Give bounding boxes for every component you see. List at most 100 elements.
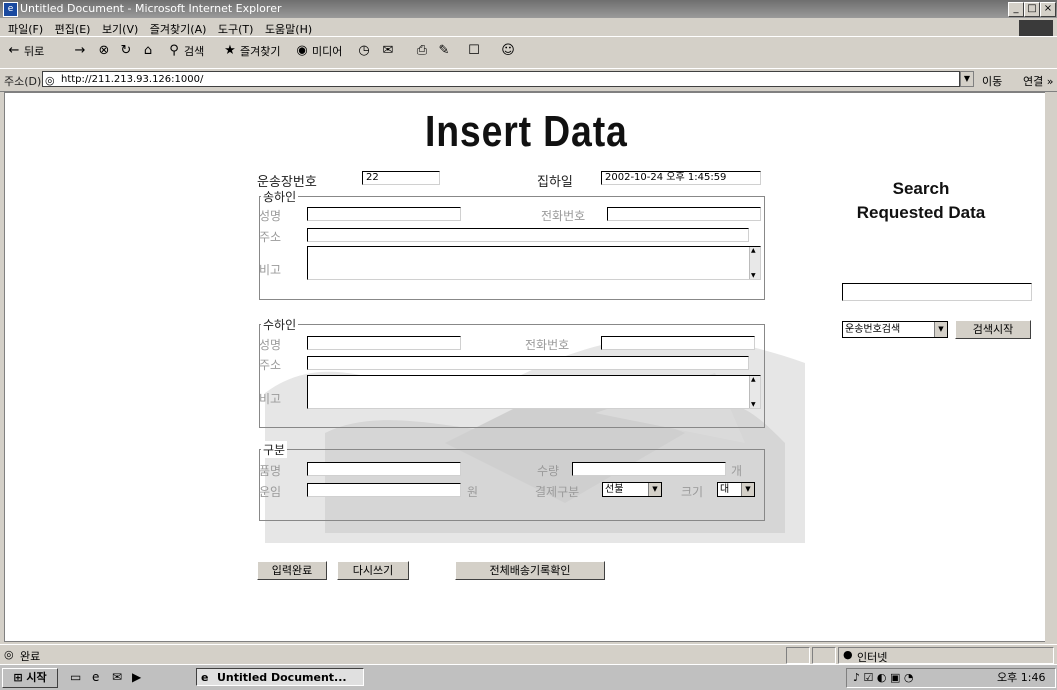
fare-input[interactable] xyxy=(307,483,461,497)
search-start-button[interactable]: 검색시작 xyxy=(955,320,1031,339)
stop-icon: ⊗ xyxy=(98,43,110,58)
home-button[interactable]: ⌂ xyxy=(140,43,156,59)
receiver-name-label: 성명 xyxy=(259,338,282,352)
title-bar: e Untitled Document - Microsoft Internet… xyxy=(0,0,1057,18)
taskbar-task-ie[interactable]: e Untitled Document... xyxy=(196,668,364,686)
media-player-icon[interactable]: ▶ xyxy=(132,670,141,684)
sender-address-label: 주소 xyxy=(259,230,282,244)
outlook-icon[interactable]: ✉ xyxy=(112,670,122,684)
status-text: 완료 xyxy=(20,650,41,663)
search-button[interactable]: ⚲ 검색 xyxy=(166,43,204,59)
messenger-button[interactable]: ☺ xyxy=(500,43,516,59)
sender-address-input[interactable] xyxy=(307,228,749,242)
receiver-phone-input[interactable] xyxy=(601,336,755,350)
restore-button[interactable]: □ xyxy=(1024,2,1040,17)
payment-select-value: 선불 xyxy=(605,484,624,495)
reset-button[interactable]: 다시쓰기 xyxy=(337,561,409,580)
windows-start-icon: ⊞ xyxy=(13,671,23,684)
ie-quicklaunch-icon[interactable]: e xyxy=(92,670,99,684)
menu-edit[interactable]: 편집(E) xyxy=(55,21,91,37)
payment-select[interactable]: 선불 ▼ xyxy=(602,482,662,497)
page-status-icon: ◎ xyxy=(4,648,14,661)
zone-text: 인터넷 xyxy=(857,651,888,664)
mail-button[interactable]: ✉ xyxy=(380,43,396,59)
menu-view[interactable]: 보기(V) xyxy=(102,21,138,37)
edit-button[interactable]: ✎ xyxy=(436,43,452,59)
windows-logo-icon xyxy=(1019,20,1053,36)
go-button[interactable]: 이동 xyxy=(982,73,1002,89)
back-label: 뒤로 xyxy=(24,45,45,58)
search-input[interactable] xyxy=(842,283,1032,301)
sender-note-label: 비고 xyxy=(259,263,282,277)
receiver-note-label: 비고 xyxy=(259,392,282,406)
fare-label: 운임 xyxy=(259,485,282,499)
refresh-button[interactable]: ↻ xyxy=(118,43,134,59)
payment-label: 결제구분 xyxy=(535,485,580,499)
clock: 오후 1:46 xyxy=(997,671,1046,684)
address-bar: 주소(D) ◎ http://211.213.93.126:1000/ ▼ 이동… xyxy=(0,68,1057,92)
item-name-input[interactable] xyxy=(307,462,461,476)
all-records-button[interactable]: 전체배송기록확인 xyxy=(455,561,605,580)
size-label: 크기 xyxy=(681,485,704,499)
receiver-name-input[interactable] xyxy=(307,336,461,350)
messenger-icon: ☺ xyxy=(501,43,515,58)
sender-name-input[interactable] xyxy=(307,207,461,221)
discuss-button[interactable]: ☐ xyxy=(466,43,482,59)
system-tray: ♪ ☑ ◐ ▣ ◔ 오후 1:46 xyxy=(846,668,1056,688)
print-button[interactable]: ⎙ xyxy=(414,43,430,59)
size-select-value: 대 xyxy=(720,484,730,495)
address-input[interactable]: ◎ http://211.213.93.126:1000/ xyxy=(42,71,960,87)
sender-note-scrollbar[interactable] xyxy=(749,247,760,279)
tray-icons: ♪ ☑ ◐ ▣ ◔ xyxy=(853,671,914,684)
address-label: 주소(D) xyxy=(4,75,42,88)
quantity-input[interactable] xyxy=(572,462,726,476)
search-title-line1: Search xyxy=(892,179,950,198)
browser-window: e Untitled Document - Microsoft Internet… xyxy=(0,0,1057,690)
menu-file[interactable]: 파일(F) xyxy=(8,21,43,37)
forward-button[interactable]: → xyxy=(72,43,88,59)
history-button[interactable]: ◷ xyxy=(356,43,372,59)
chevron-down-icon: ▼ xyxy=(741,483,754,496)
back-arrow-icon: ← xyxy=(8,43,20,58)
receiver-phone-label: 전화번호 xyxy=(525,338,570,352)
submit-button[interactable]: 입력완료 xyxy=(257,561,327,580)
ie-icon: e xyxy=(3,2,18,17)
menu-favorites[interactable]: 즐겨찾기(A) xyxy=(150,21,207,37)
home-icon: ⌂ xyxy=(143,43,153,58)
start-button[interactable]: ⊞ 시작 xyxy=(2,668,58,688)
back-button[interactable]: ← 뒤로 xyxy=(6,43,45,59)
receiver-address-input[interactable] xyxy=(307,356,749,370)
desktop-icon[interactable]: ▭ xyxy=(70,670,81,684)
search-type-select[interactable]: 운송번호검색 ▼ xyxy=(842,321,948,338)
page-scrollbar[interactable] xyxy=(1045,92,1055,642)
sender-phone-input[interactable] xyxy=(607,207,761,221)
sender-phone-label: 전화번호 xyxy=(541,209,586,223)
media-label: 미디어 xyxy=(312,45,343,58)
receiver-legend: 수하인 xyxy=(261,316,299,333)
toolbar: ← 뒤로 → ⊗ ↻ ⌂ ⚲ 검색 ★ 즐겨찾기 ◉ 미디어 ◷ ✉ ⎙ ✎ ☐… xyxy=(0,36,1057,69)
menu-help[interactable]: 도움말(H) xyxy=(265,21,312,37)
zone-segment: ● 인터넷 xyxy=(838,647,1054,664)
receiver-address-label: 주소 xyxy=(259,358,282,372)
page-title: Insert Data xyxy=(425,107,628,156)
address-dropdown[interactable]: ▼ xyxy=(960,71,974,87)
task-label: Untitled Document... xyxy=(217,671,347,684)
media-button[interactable]: ◉ 미디어 xyxy=(294,43,342,59)
sender-note-textarea[interactable] xyxy=(307,246,761,280)
favorites-label: 즐겨찾기 xyxy=(240,45,281,58)
waybill-input[interactable]: 22 xyxy=(362,171,440,185)
minimize-button[interactable]: _ xyxy=(1008,2,1024,17)
menu-tools[interactable]: 도구(T) xyxy=(218,21,254,37)
window-title: Untitled Document - Microsoft Internet E… xyxy=(20,2,282,15)
links-button[interactable]: 연결 » xyxy=(1023,73,1053,89)
print-icon: ⎙ xyxy=(416,43,428,58)
pickup-date-label: 집하일 xyxy=(537,175,573,190)
close-button[interactable]: × xyxy=(1040,2,1056,17)
receiver-note-textarea[interactable] xyxy=(307,375,761,409)
history-icon: ◷ xyxy=(358,43,370,58)
size-select[interactable]: 대 ▼ xyxy=(717,482,755,497)
pickup-date-input[interactable]: 2002-10-24 오후 1:45:59 xyxy=(601,171,761,185)
stop-button[interactable]: ⊗ xyxy=(96,43,112,59)
receiver-note-scrollbar[interactable] xyxy=(749,376,760,408)
favorites-button[interactable]: ★ 즐겨찾기 xyxy=(222,43,280,59)
